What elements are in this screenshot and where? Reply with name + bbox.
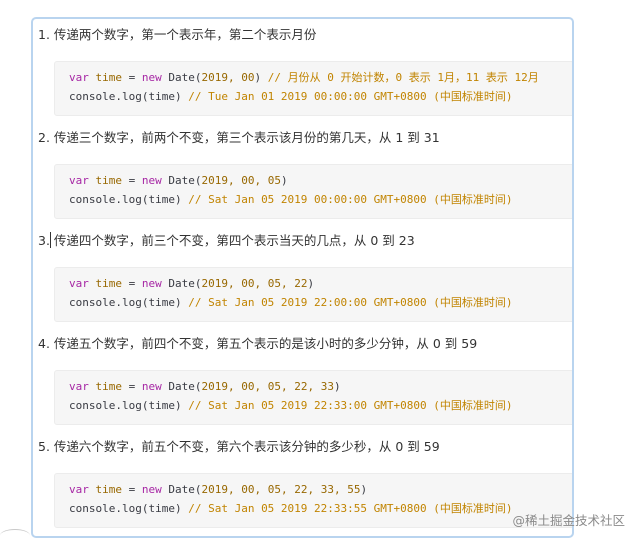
code-keyword: var [69, 277, 89, 290]
code-args: 2019, 00, 05, 22 [201, 277, 308, 290]
code-operator: = [122, 277, 142, 290]
code-new-keyword: new [141, 71, 162, 84]
code-line: console.log(time) // Sat Jan 05 2019 22:… [69, 501, 513, 517]
watermark: @稀土掘金技术社区 [512, 513, 625, 528]
section-heading: 5. 传递六个数字，前五个不变，第六个表示该分钟的多少秒，从 0 到 59 [38, 439, 440, 454]
code-variable: time [95, 277, 123, 290]
code-new-keyword: new [141, 483, 162, 496]
section-heading: 1. 传递两个数字，第一个表示年，第二个表示月份 [38, 27, 317, 42]
code-call: Date( [161, 483, 202, 496]
code-block: var time = new Date(2019, 00) // 月份从 0 开… [54, 61, 572, 116]
code-new-keyword: new [141, 277, 162, 290]
code-new-keyword: new [141, 380, 162, 393]
code-call: Date( [161, 71, 202, 84]
code-comment: // Sat Jan 05 2019 22:33:55 GMT+0800 (中国… [181, 502, 513, 515]
code-close: ) [360, 483, 368, 496]
code-close: ) [333, 380, 341, 393]
code-comment: // 月份从 0 开始计数，0 表示 1月，11 表示 12月 [261, 71, 539, 84]
code-comment: // Sat Jan 05 2019 22:33:00 GMT+0800 (中国… [181, 399, 513, 412]
code-args: 2019, 00, 05, 22, 33 [201, 380, 334, 393]
code-call: console.log(time) [69, 90, 182, 103]
code-call: Date( [161, 380, 202, 393]
code-line: var time = new Date(2019, 00, 05) [69, 173, 288, 189]
code-line: console.log(time) // Sat Jan 05 2019 22:… [69, 398, 513, 414]
code-keyword: var [69, 71, 89, 84]
code-call: console.log(time) [69, 502, 182, 515]
code-close: ) [307, 277, 315, 290]
code-call: console.log(time) [69, 296, 182, 309]
code-operator: = [122, 483, 142, 496]
code-args: 2019, 00, 05, 22, 33, 55 [201, 483, 361, 496]
code-call: Date( [161, 277, 202, 290]
code-line: console.log(time) // Sat Jan 05 2019 00:… [69, 192, 513, 208]
code-comment: // Sat Jan 05 2019 00:00:00 GMT+0800 (中国… [181, 193, 513, 206]
code-block: var time = new Date(2019, 00, 05, 22, 33… [54, 473, 572, 528]
code-args: 2019, 00, 05 [201, 174, 281, 187]
code-line: var time = new Date(2019, 00, 05, 22) [69, 276, 314, 292]
article-frame: 1. 传递两个数字，第一个表示年，第二个表示月份 var time = new … [31, 17, 574, 538]
code-operator: = [122, 174, 142, 187]
code-keyword: var [69, 483, 89, 496]
code-args: 2019, 00 [201, 71, 255, 84]
section-heading: 4. 传递五个数字，前四个不变，第五个表示的是该小时的多少分钟，从 0 到 59 [38, 336, 478, 351]
code-block: var time = new Date(2019, 00, 05, 22) co… [54, 267, 572, 322]
code-comment: // Tue Jan 01 2019 00:00:00 GMT+0800 (中国… [181, 90, 513, 103]
code-keyword: var [69, 174, 89, 187]
code-close: ) [280, 174, 288, 187]
code-line: console.log(time) // Sat Jan 05 2019 22:… [69, 295, 513, 311]
text-cursor [50, 232, 51, 248]
code-operator: = [122, 380, 142, 393]
code-call: console.log(time) [69, 399, 182, 412]
code-line: var time = new Date(2019, 00, 05, 22, 33… [69, 379, 341, 395]
code-line: var time = new Date(2019, 00) // 月份从 0 开… [69, 70, 539, 86]
code-variable: time [95, 174, 123, 187]
code-line: var time = new Date(2019, 00, 05, 22, 33… [69, 482, 367, 498]
code-block: var time = new Date(2019, 00, 05) consol… [54, 164, 572, 219]
code-new-keyword: new [141, 174, 162, 187]
code-keyword: var [69, 380, 89, 393]
corner-decoration [0, 529, 30, 542]
code-call: Date( [161, 174, 202, 187]
code-operator: = [122, 71, 142, 84]
code-line: console.log(time) // Tue Jan 01 2019 00:… [69, 89, 513, 105]
code-call: console.log(time) [69, 193, 182, 206]
section-heading: 2. 传递三个数字，前两个不变，第三个表示该月份的第几天，从 1 到 31 [38, 130, 440, 145]
code-variable: time [95, 380, 123, 393]
section-heading: 3. 传递四个数字，前三个不变，第四个表示当天的几点，从 0 到 23 [38, 233, 415, 248]
code-variable: time [95, 71, 123, 84]
code-variable: time [95, 483, 123, 496]
code-comment: // Sat Jan 05 2019 22:00:00 GMT+0800 (中国… [181, 296, 513, 309]
code-block: var time = new Date(2019, 00, 05, 22, 33… [54, 370, 572, 425]
